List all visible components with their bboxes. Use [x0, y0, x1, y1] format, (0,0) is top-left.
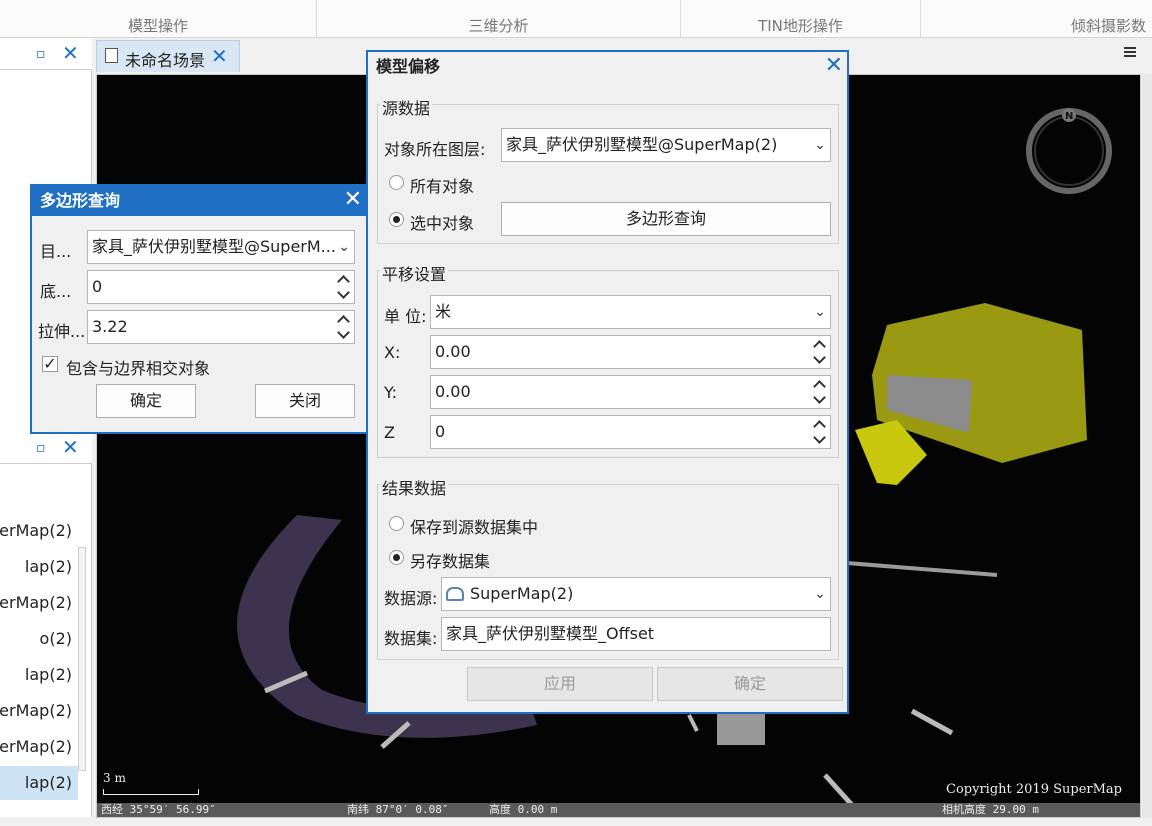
pin-icon[interactable]: ▫ — [36, 440, 46, 456]
include-intersect-label: 包含与边界相交对象 — [66, 359, 211, 378]
x-offset-stepper[interactable]: 0.00 — [430, 335, 831, 369]
copyright-text: Copyright 2019 SuperMap — [946, 782, 1122, 797]
spin-arrows-icon[interactable] — [337, 313, 351, 341]
datasource-select[interactable]: SuperMap(2) ⌄ — [441, 577, 831, 611]
close-icon[interactable]: ✕ — [344, 187, 362, 212]
chevron-down-icon: ⌄ — [814, 304, 826, 320]
dataset-label: 数据集: — [384, 629, 438, 648]
dataset-input[interactable]: 家具_萨伏伊别墅模型_Offset — [441, 617, 831, 651]
unit-select[interactable]: 米 ⌄ — [430, 295, 831, 329]
workspace-item[interactable]: perMap(2) — [0, 694, 78, 728]
unit-label: 单 位: — [384, 307, 427, 326]
ribbon-group-oblique: 倾斜摄影数 — [921, 0, 1152, 38]
workspace-panel-header: ▫ ✕ — [0, 432, 92, 464]
chevron-down-icon: ⌄ — [338, 239, 350, 255]
layer-label: 对象所在图层: — [384, 140, 486, 159]
spin-arrows-icon[interactable] — [813, 418, 827, 446]
right-scroll-strip — [1142, 74, 1152, 818]
svg-text:N: N — [1065, 111, 1073, 122]
scale-bar: 3 m — [103, 771, 199, 795]
target-layer-label: 目... — [40, 242, 72, 261]
polygon-query-button[interactable]: 多边形查询 — [501, 202, 831, 236]
include-intersect-checkbox[interactable]: ✓ — [42, 356, 58, 372]
tab-scene-label: 未命名场景 — [125, 51, 206, 70]
save-source-radio[interactable] — [389, 516, 404, 531]
ribbon-group-label: 三维分析 — [468, 17, 529, 35]
datasource-icon — [446, 587, 464, 601]
save-as-label: 另存数据集 — [410, 552, 491, 571]
scale-label: 3 m — [103, 771, 126, 785]
workspace-item[interactable]: perMap(2) — [0, 586, 78, 620]
left-panel-top-header: ▫ ✕ — [0, 38, 92, 70]
base-height-stepper[interactable]: 0 — [87, 270, 355, 304]
save-as-radio[interactable] — [389, 550, 404, 565]
save-source-label: 保存到源数据集中 — [410, 518, 539, 537]
workspace-item[interactable]: perMap(2) — [0, 730, 78, 764]
all-objects-radio[interactable] — [389, 175, 404, 190]
status-height: 高度 0.00 m — [489, 803, 558, 816]
tab-scene[interactable]: 未命名场景 ✕ — [96, 40, 240, 72]
ribbon: 模型操作 三维分析 TIN地形操作 倾斜摄影数 — [0, 0, 1152, 38]
z-label: Z — [384, 423, 395, 442]
workspace-item[interactable]: o(2) — [0, 622, 78, 656]
extrude-height-stepper[interactable]: 3.22 — [87, 310, 355, 344]
ribbon-group-label: TIN地形操作 — [758, 17, 843, 35]
base-height-label: 底... — [40, 282, 72, 301]
y-label: Y: — [384, 383, 398, 402]
chevron-down-icon: ⌄ — [814, 137, 826, 153]
close-icon[interactable]: ✕ — [825, 53, 843, 78]
ribbon-group-label: 倾斜摄影数 — [1071, 17, 1147, 35]
spin-arrows-icon[interactable] — [813, 338, 827, 366]
all-objects-label: 所有对象 — [410, 177, 475, 196]
pin-icon[interactable]: ▫ — [36, 46, 46, 62]
spin-arrows-icon[interactable] — [337, 273, 351, 301]
workspace-item[interactable]: perMap(2) — [0, 514, 78, 548]
status-latitude: 南纬 87°0′ 0.08″ — [347, 803, 449, 816]
close-icon[interactable]: ✕ — [62, 435, 79, 459]
model-offset-dialog: 模型偏移 ✕ 源数据 对象所在图层: 家具_萨伏伊别墅模型@SuperMap(2… — [366, 50, 849, 714]
target-layer-select[interactable]: 家具_萨伏伊别墅模型@SuperM... ⌄ — [87, 230, 355, 264]
selected-objects-label: 选中对象 — [410, 214, 475, 233]
selected-objects-radio[interactable] — [389, 212, 404, 227]
status-camera-height: 相机高度 29.00 m — [942, 803, 1039, 816]
close-button[interactable]: 关闭 — [255, 384, 355, 418]
apply-button[interactable]: 应用 — [467, 667, 653, 701]
z-offset-stepper[interactable]: 0 — [430, 415, 831, 449]
workspace-item-selected[interactable]: lap(2) — [0, 766, 78, 800]
result-group-title: 结果数据 — [380, 475, 449, 499]
close-icon[interactable]: ✕ — [211, 44, 228, 68]
x-label: X: — [384, 343, 401, 362]
dialog-title: 模型偏移 — [376, 57, 441, 76]
datasource-label: 数据源: — [384, 589, 438, 608]
status-longitude: 西经 35°59′ 56.99″ — [101, 803, 216, 816]
y-offset-stepper[interactable]: 0.00 — [430, 375, 831, 409]
workspace-panel: ▫ ✕ perMap(2) lap(2) perMap(2) o(2) lap(… — [0, 432, 92, 817]
ribbon-group-tin: TIN地形操作 — [681, 0, 921, 38]
scene-statusbar: 西经 35°59′ 56.99″ 南纬 87°0′ 0.08″ 高度 0.00 … — [97, 803, 1140, 817]
ribbon-group-3d: 三维分析 — [317, 0, 681, 38]
scene-doc-icon — [105, 48, 118, 63]
workspace-item[interactable]: lap(2) — [0, 550, 78, 584]
ribbon-group-model: 模型操作 — [0, 0, 317, 38]
spin-arrows-icon[interactable] — [813, 378, 827, 406]
workspace-scrollbar[interactable] — [78, 547, 86, 771]
chevron-down-icon: ⌄ — [814, 586, 826, 602]
menu-icon[interactable] — [1124, 47, 1136, 57]
dialog-title: 多边形查询 — [32, 186, 366, 216]
ok-button[interactable]: 确定 — [96, 384, 196, 418]
ok-button[interactable]: 确定 — [657, 667, 843, 701]
translate-group-title: 平移设置 — [380, 261, 449, 285]
close-icon[interactable]: ✕ — [62, 41, 79, 65]
polygon-query-dialog: 多边形查询 ✕ 目... 家具_萨伏伊别墅模型@SuperM... ⌄ 底... … — [30, 184, 368, 434]
layer-select[interactable]: 家具_萨伏伊别墅模型@SuperMap(2) ⌄ — [501, 128, 831, 162]
ribbon-group-label: 模型操作 — [127, 17, 188, 35]
source-group-title: 源数据 — [380, 95, 433, 119]
workspace-item[interactable]: lap(2) — [0, 658, 78, 692]
extrude-height-label: 拉伸... — [38, 322, 86, 341]
